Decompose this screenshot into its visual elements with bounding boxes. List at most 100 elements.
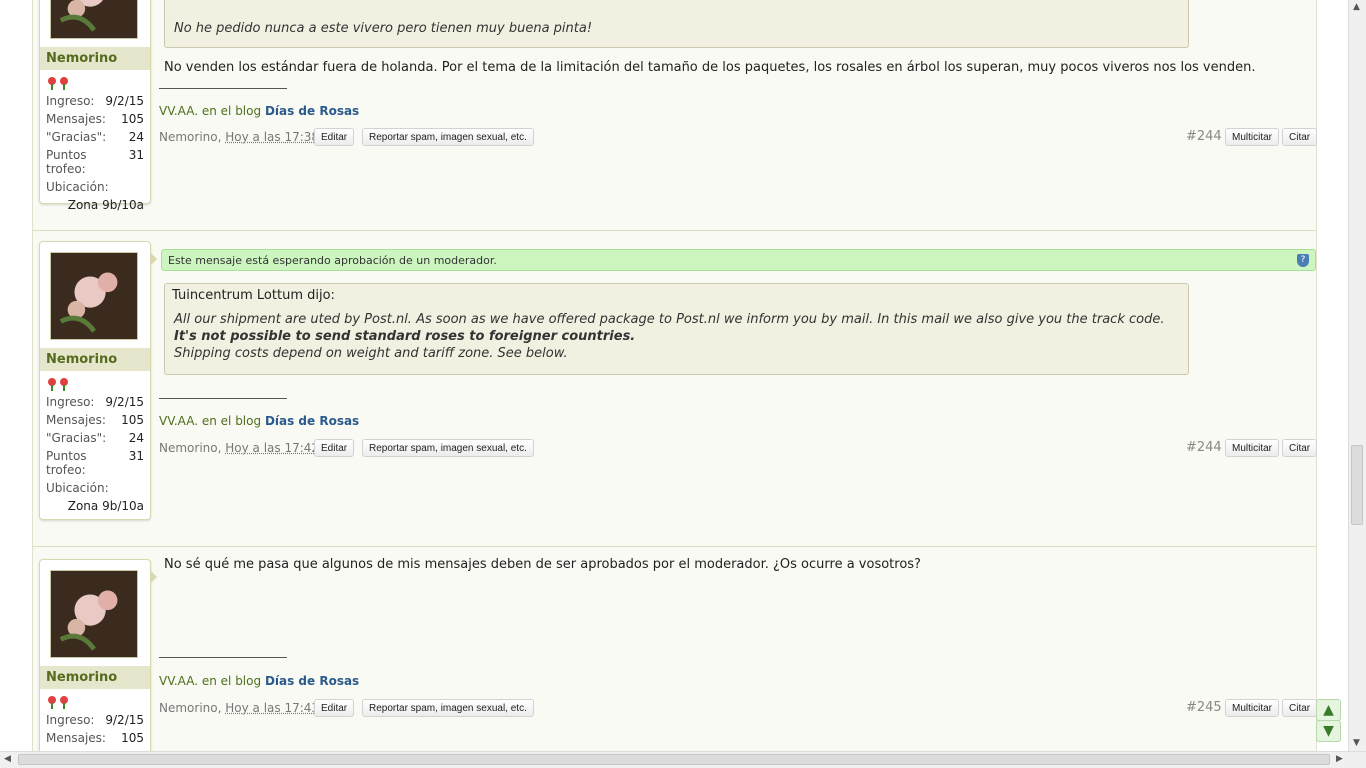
stat-value[interactable]: 105	[121, 731, 144, 745]
report-button[interactable]: Reportar spam, imagen sexual, etc.	[362, 699, 534, 717]
quote-button[interactable]: Citar	[1282, 439, 1318, 457]
post-author: Nemorino, Hoy a las 17:42	[159, 441, 319, 455]
stat-zona: Zona 9b/10a	[40, 497, 150, 515]
edit-button[interactable]: Editar	[314, 439, 355, 457]
post-time[interactable]: Hoy a las 17:43	[225, 701, 319, 715]
blog-link[interactable]: Días de Rosas	[265, 674, 359, 688]
signature: VV.AA. en el blog Días de Rosas	[159, 674, 359, 688]
stat-label: Puntos trofeo:	[46, 449, 87, 477]
stat-label: Puntos trofeo:	[46, 148, 87, 176]
author-name[interactable]: Nemorino,	[159, 130, 221, 144]
scroll-right-arrow-icon[interactable]: ▶	[1336, 754, 1343, 764]
stat-label: Ubicación:	[46, 481, 109, 495]
signature-text: VV.AA. en el blog	[159, 414, 262, 428]
scroll-up-arrow-icon[interactable]: ▲	[1353, 2, 1360, 12]
horizontal-scrollbar[interactable]: ◀ ▶	[0, 751, 1366, 768]
stat-value: Zona 9b/10a	[67, 198, 144, 212]
scroll-left-arrow-icon[interactable]: ◀	[4, 754, 11, 764]
stat-gracias: "Gracias": 24	[40, 429, 150, 447]
stat-value: Zona 9b/10a	[67, 499, 144, 513]
stat-value[interactable]: 31	[129, 148, 144, 176]
username[interactable]: Nemorino	[40, 666, 150, 689]
author-name[interactable]: Nemorino,	[159, 441, 221, 455]
post-time[interactable]: Hoy a las 17:38	[225, 130, 319, 144]
username[interactable]: Nemorino	[40, 348, 150, 371]
avatar[interactable]	[50, 570, 138, 658]
blog-link[interactable]: Días de Rosas	[265, 104, 359, 118]
post-2: Nemorino Ingreso: 9/2/15 Mensajes: 105 "Gr…	[33, 231, 1318, 547]
stat-value[interactable]: 105	[121, 413, 144, 427]
vertical-scrollbar-thumb[interactable]	[1351, 445, 1363, 525]
moderation-notice-text: Este mensaje está esperando aprobación d…	[168, 254, 497, 267]
quote-button[interactable]: Citar	[1282, 699, 1318, 717]
stat-label: "Gracias":	[46, 130, 107, 144]
post-content: Este mensaje está esperando aprobación d…	[159, 231, 1318, 546]
edit-button[interactable]: Editar	[314, 128, 355, 146]
signature-text: VV.AA. en el blog	[159, 104, 262, 118]
stat-trofeo: Puntos trofeo: 31	[40, 146, 150, 178]
post-number[interactable]: #244	[1186, 129, 1222, 144]
stat-ingreso: Ingreso: 9/2/15	[40, 92, 150, 110]
scroll-down-icon[interactable]: ▼	[1316, 720, 1341, 742]
report-button[interactable]: Reportar spam, imagen sexual, etc.	[362, 128, 534, 146]
horizontal-scrollbar-thumb[interactable]	[18, 754, 1330, 765]
multiquote-button[interactable]: Multicitar	[1225, 128, 1280, 146]
post-time[interactable]: Hoy a las 17:42	[225, 441, 319, 455]
message-body: No venden los estándar fuera de holanda.…	[164, 60, 1256, 75]
quote-block: Tuincentrum Lottum dijo: All our shipmen…	[164, 283, 1189, 375]
username[interactable]: Nemorino	[40, 47, 150, 70]
user-info: Nemorino Ingreso: 9/2/15 Mensajes: 105 "Gr…	[39, 241, 157, 520]
avatar[interactable]	[50, 0, 138, 39]
quote-block: No he pedido nunca a este vivero pero ti…	[164, 0, 1189, 48]
avatar[interactable]	[50, 252, 138, 340]
multiquote-button[interactable]: Multicitar	[1225, 439, 1280, 457]
stat-ingreso: Ingreso: 9/2/15	[40, 393, 150, 411]
signature-divider	[159, 398, 287, 399]
multiquote-button[interactable]: Multicitar	[1225, 699, 1280, 717]
stat-ubicacion: Ubicación:	[40, 479, 150, 497]
post-author: Nemorino, Hoy a las 17:38	[159, 130, 319, 144]
report-button[interactable]: Reportar spam, imagen sexual, etc.	[362, 439, 534, 457]
signature: VV.AA. en el blog Días de Rosas	[159, 414, 359, 428]
moderation-notice: Este mensaje está esperando aprobación d…	[161, 249, 1316, 271]
vertical-scrollbar[interactable]: ▲ ▼	[1348, 0, 1366, 752]
stat-mensajes: Mensajes: 105	[40, 729, 150, 747]
post-1: Nemorino Ingreso: 9/2/15 Mensajes: 105 "Gr…	[33, 0, 1318, 231]
stat-label: Mensajes:	[46, 413, 106, 427]
stat-label: Mensajes:	[46, 112, 106, 126]
post-author: Nemorino, Hoy a las 17:43	[159, 701, 319, 715]
post-meta: Nemorino, Hoy a las 17:38 Editar Reporta…	[159, 128, 1318, 150]
stat-value: 9/2/15	[105, 713, 144, 727]
signature-divider	[159, 88, 287, 89]
post-number[interactable]: #244	[1186, 440, 1222, 455]
user-info: Nemorino Ingreso: 9/2/15 Mensajes: 105	[39, 559, 157, 752]
stat-gracias: "Gracias": 24	[40, 128, 150, 146]
stat-mensajes: Mensajes: 105	[40, 110, 150, 128]
message-body: No sé qué me pasa que algunos de mis men…	[164, 557, 921, 572]
quote-button[interactable]: Citar	[1282, 128, 1318, 146]
edit-button[interactable]: Editar	[314, 699, 355, 717]
stat-value: 9/2/15	[105, 395, 144, 409]
stat-mensajes: Mensajes: 105	[40, 411, 150, 429]
post-meta: Nemorino, Hoy a las 17:42 Editar Reporta…	[159, 439, 1318, 461]
stat-value[interactable]: 105	[121, 112, 144, 126]
page: Nemorino Ingreso: 9/2/15 Mensajes: 105 "Gr…	[0, 0, 1349, 752]
stat-ingreso: Ingreso: 9/2/15	[40, 711, 150, 729]
post-number[interactable]: #245	[1186, 700, 1222, 715]
quote-line: Shipping costs depend on weight and tari…	[174, 346, 568, 361]
moderator-shield-icon[interactable]: ?	[1297, 254, 1309, 267]
author-name[interactable]: Nemorino,	[159, 701, 221, 715]
scroll-down-arrow-icon[interactable]: ▼	[1353, 738, 1360, 748]
flower-rank-icon	[40, 371, 150, 393]
stat-label: Ubicación:	[46, 180, 109, 194]
stat-zona: Zona 9b/10a	[40, 196, 150, 214]
user-info: Nemorino Ingreso: 9/2/15 Mensajes: 105 "Gr…	[39, 0, 151, 212]
stat-label: Ingreso:	[46, 395, 95, 409]
blog-link[interactable]: Días de Rosas	[265, 414, 359, 428]
stat-value[interactable]: 31	[129, 449, 144, 477]
scroll-up-icon[interactable]: ▲	[1316, 699, 1341, 721]
signature: VV.AA. en el blog Días de Rosas	[159, 104, 359, 118]
stat-label: Mensajes:	[46, 731, 106, 745]
stat-ubicacion: Ubicación:	[40, 178, 150, 196]
flower-rank-icon	[40, 689, 150, 711]
